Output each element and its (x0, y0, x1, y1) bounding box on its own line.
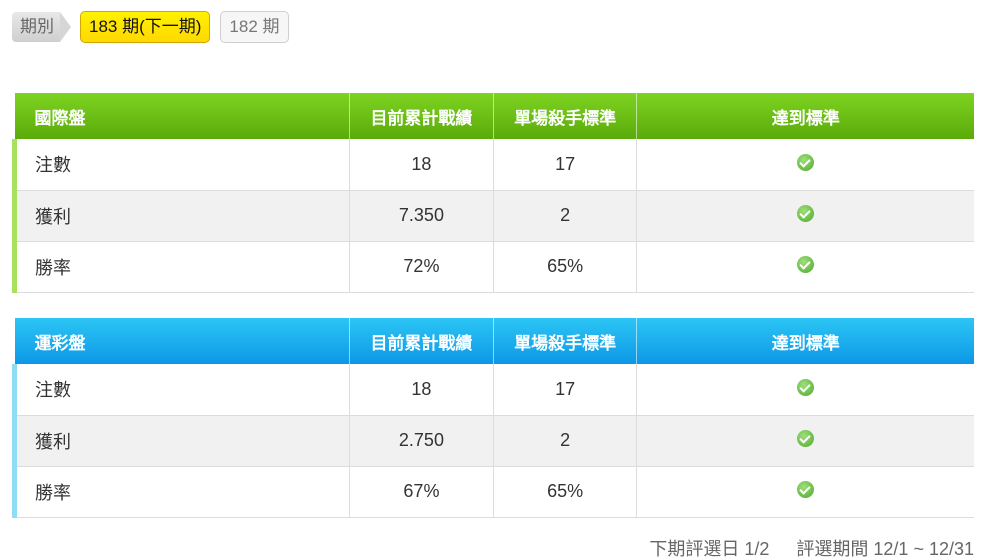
table-row: 勝率 72% 65% (11, 241, 974, 293)
period-183-button[interactable]: 183 期(下一期) (80, 11, 211, 43)
row-label: 勝率 (11, 241, 351, 293)
table-row: 獲利 2.750 2 (11, 415, 974, 467)
international-board-table: 國際盤 目前累計戰績 單場殺手標準 達到標準 注數 18 17 獲利 7.350… (11, 93, 974, 293)
row-label: 獲利 (11, 415, 351, 467)
period-182-button[interactable]: 182 期 (220, 11, 289, 43)
table-row: 注數 18 17 (11, 364, 974, 416)
header-current: 目前累計戰績 (349, 318, 494, 364)
row-current: 72% (349, 241, 494, 293)
check-circle-icon (797, 429, 815, 447)
table-row: 獲利 7.350 2 (11, 190, 974, 242)
board-title: 國際盤 (14, 93, 351, 139)
row-current: 2.750 (349, 415, 494, 467)
row-standard: 65% (493, 466, 638, 518)
period-selector: 期別 183 期(下一期) 182 期 (12, 11, 289, 43)
row-met (636, 364, 974, 416)
row-met (636, 466, 974, 518)
row-label: 勝率 (11, 466, 351, 518)
header-met: 達到標準 (636, 318, 974, 364)
row-label: 注數 (11, 139, 351, 191)
row-current: 67% (349, 466, 494, 518)
check-circle-icon (797, 204, 815, 222)
row-standard: 17 (493, 139, 638, 191)
header-standard: 單場殺手標準 (493, 93, 638, 139)
table-header-row: 運彩盤 目前累計戰績 單場殺手標準 達到標準 (14, 318, 974, 364)
row-label: 注數 (11, 364, 351, 416)
next-selection-date: 下期評選日 1/2 (649, 539, 770, 559)
check-circle-icon (797, 378, 815, 396)
board-title: 運彩盤 (14, 318, 351, 364)
footer-info: 下期評選日 1/2 評選期間 12/1 ~ 12/31 (649, 535, 974, 560)
check-circle-icon (797, 480, 815, 498)
row-current: 7.350 (349, 190, 494, 242)
row-current: 18 (349, 139, 494, 191)
check-circle-icon (797, 153, 815, 171)
row-standard: 2 (493, 190, 638, 242)
row-standard: 2 (493, 415, 638, 467)
selection-period: 評選期間 12/1 ~ 12/31 (796, 539, 974, 559)
check-circle-icon (797, 255, 815, 273)
row-standard: 65% (493, 241, 638, 293)
header-met: 達到標準 (636, 93, 974, 139)
header-standard: 單場殺手標準 (493, 318, 638, 364)
row-standard: 17 (493, 364, 638, 416)
row-met (636, 241, 974, 293)
sports-lottery-board-table: 運彩盤 目前累計戰績 單場殺手標準 達到標準 注數 18 17 獲利 2.750… (11, 318, 974, 518)
table-row: 勝率 67% 65% (11, 466, 974, 518)
table-row: 注數 18 17 (11, 139, 974, 191)
row-label: 獲利 (11, 190, 351, 242)
row-met (636, 139, 974, 191)
period-label: 期別 (12, 12, 71, 42)
row-current: 18 (349, 364, 494, 416)
table-header-row: 國際盤 目前累計戰績 單場殺手標準 達到標準 (14, 93, 974, 139)
header-current: 目前累計戰績 (349, 93, 494, 139)
row-met (636, 415, 974, 467)
row-met (636, 190, 974, 242)
